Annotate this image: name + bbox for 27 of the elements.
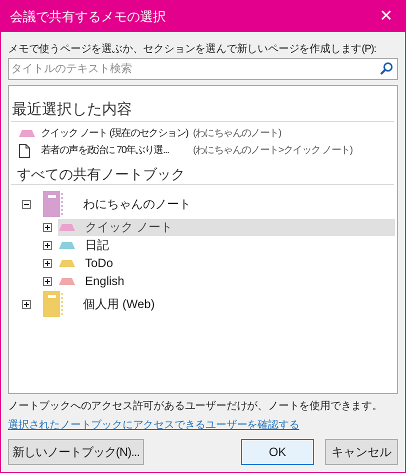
section-item[interactable]: English [58,272,395,290]
notebook-name[interactable]: わにちゃんのノート [83,195,191,213]
collapse-icon[interactable] [22,200,31,208]
expand-icon[interactable] [22,300,31,308]
search-field[interactable]: タイトルのテキスト検索 [8,58,398,80]
page-icon [19,144,30,158]
access-link[interactable]: 選択されたノートブックにアクセスできるユーザーを確認する [8,417,300,434]
notebook-name[interactable]: 個人用 (Web) [83,295,155,313]
expand-icon[interactable] [43,240,52,250]
close-button[interactable]: ✕ [375,6,397,28]
section-heading: 最近選択した内容 [11,100,133,120]
window-title: 会議で共有するメモの選択 [10,8,166,26]
recent-item[interactable]: 若者の声を政治に 70年ぶり選... (わにちゃんのノート>クイック ノート) [11,142,395,159]
ok-button[interactable]: OK [241,439,314,465]
section-heading: すべての共有ノートブック [16,165,186,183]
instruction-text: メモで使うページを選ぶか、セクションを選んで新しいページを作成します(P): [8,42,378,57]
search-icon [380,62,393,75]
expand-icon[interactable] [43,276,52,286]
section-item[interactable]: ToDo [58,254,395,272]
new-notebook-button[interactable]: 新しいノートブック(N)... [8,439,144,465]
expand-icon[interactable] [43,222,52,232]
recent-item[interactable]: クイック ノート (現在のセクション) (わにちゃんのノート) [11,125,395,142]
section-item[interactable]: クイック ノート [58,218,395,236]
expand-icon[interactable] [43,258,52,268]
cancel-button[interactable]: キャンセル [325,439,398,465]
access-note: ノートブックへのアクセス許可があるユーザーだけが、ノートを使用できます。 [8,399,382,414]
section-item[interactable]: 日記 [58,236,395,254]
